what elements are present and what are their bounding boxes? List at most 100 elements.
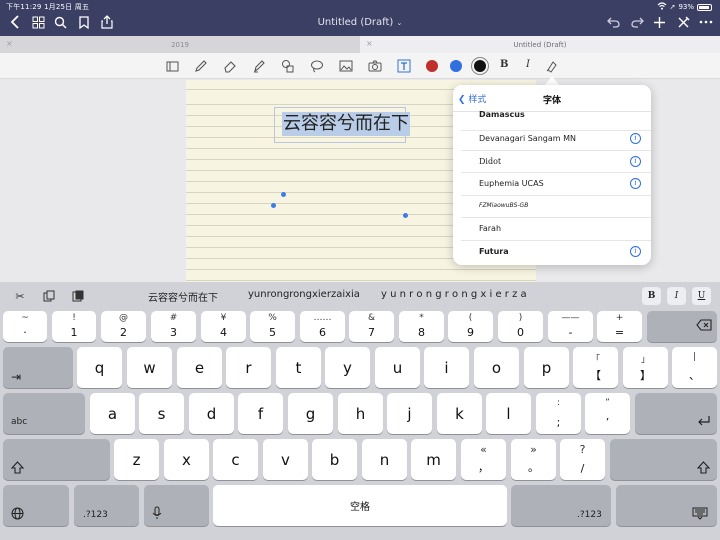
key-1-8[interactable]: * 8 xyxy=(399,311,444,342)
pen-tools-icon[interactable] xyxy=(675,14,691,30)
more-icon[interactable] xyxy=(698,14,714,30)
info-icon[interactable]: i xyxy=(630,133,641,144)
selected-text[interactable]: 云容容兮而在下 xyxy=(282,112,410,136)
copy-icon[interactable] xyxy=(39,288,59,304)
key-1-0[interactable]: ~ · xyxy=(3,311,47,342)
key-i[interactable]: i xyxy=(424,347,469,388)
key-o[interactable]: o xyxy=(474,347,519,388)
info-icon[interactable]: i xyxy=(630,178,641,189)
key-p[interactable]: p xyxy=(524,347,569,388)
info-icon[interactable]: i xyxy=(630,155,641,167)
key-a[interactable]: a xyxy=(90,393,135,434)
tab-key[interactable]: ⇥ xyxy=(3,347,73,388)
key-pipe[interactable]: |、 xyxy=(672,347,717,388)
color-swatch-black[interactable] xyxy=(474,60,486,72)
key-1-4[interactable]: ¥4 xyxy=(201,311,246,342)
key-left-bracket[interactable]: 「【 xyxy=(573,347,618,388)
key-semicolon[interactable]: :; xyxy=(536,393,581,434)
key-1-12[interactable]: + = xyxy=(597,311,642,342)
key-quote[interactable]: ”’ xyxy=(585,393,630,434)
numbers-key-right[interactable]: .?123 xyxy=(511,485,611,526)
key-z[interactable]: z xyxy=(114,439,159,480)
paste-icon[interactable] xyxy=(68,288,88,304)
font-row-farah[interactable]: Farah xyxy=(461,218,651,241)
key-h[interactable]: h xyxy=(338,393,383,434)
key-comma[interactable]: «， xyxy=(461,439,506,480)
key-1-11[interactable]: —— - xyxy=(548,311,593,342)
key-v[interactable]: v xyxy=(263,439,308,480)
selection-handle-start[interactable] xyxy=(281,192,286,197)
key-1-10[interactable]: ) 0 xyxy=(498,311,543,342)
space-key[interactable]: 空格 xyxy=(213,485,507,526)
color-swatch-blue[interactable] xyxy=(450,60,462,72)
key-1-1[interactable]: ! 1 xyxy=(52,311,96,342)
key-g[interactable]: g xyxy=(288,393,333,434)
key-s[interactable]: s xyxy=(139,393,184,434)
tab-2019[interactable]: × 2019 xyxy=(0,36,360,53)
undo-icon[interactable] xyxy=(605,14,621,30)
key-right-bracket[interactable]: 」】 xyxy=(623,347,668,388)
key-y[interactable]: y xyxy=(325,347,370,388)
font-row-devanagari[interactable]: Devanagari Sangam MN i xyxy=(461,128,651,151)
key-1-3[interactable]: #3 xyxy=(151,311,196,342)
key-l[interactable]: l xyxy=(486,393,531,434)
suggestion-2[interactable]: yunrongrongxierzaixia xyxy=(248,289,360,300)
key-q[interactable]: q xyxy=(77,347,122,388)
key-f[interactable]: f xyxy=(238,393,283,434)
key-c[interactable]: c xyxy=(213,439,258,480)
abc-key[interactable]: abc xyxy=(3,393,85,434)
close-icon[interactable]: × xyxy=(366,39,373,48)
format-italic-key[interactable]: I xyxy=(667,287,686,305)
key-b[interactable]: b xyxy=(312,439,357,480)
key-1-9[interactable]: (9 xyxy=(448,311,493,342)
pen-icon[interactable] xyxy=(193,58,209,74)
font-row-didot[interactable]: Didot i xyxy=(461,151,651,173)
dictation-key[interactable] xyxy=(144,485,209,526)
scissors-icon[interactable]: ✂ xyxy=(10,288,30,304)
key-j[interactable]: j xyxy=(387,393,432,434)
bold-button[interactable]: B xyxy=(500,59,508,70)
key-r[interactable]: r xyxy=(226,347,271,388)
key-1-5[interactable]: % 5 xyxy=(250,311,295,342)
numbers-key-left[interactable]: .?123 xyxy=(74,485,139,526)
globe-key[interactable] xyxy=(3,485,69,526)
key-n[interactable]: n xyxy=(362,439,407,480)
selection-handle-end[interactable] xyxy=(403,213,408,218)
format-underline-key[interactable]: U xyxy=(692,287,711,305)
font-style-icon[interactable] xyxy=(544,58,560,74)
close-icon[interactable]: × xyxy=(6,39,13,48)
shapes-icon[interactable] xyxy=(280,58,296,74)
format-bold-key[interactable]: B xyxy=(642,287,661,305)
eraser-icon[interactable] xyxy=(222,58,238,74)
selection-handle-left[interactable] xyxy=(271,203,276,208)
key-1-2[interactable]: @2 xyxy=(101,311,146,342)
hide-keyboard-key[interactable] xyxy=(616,485,717,526)
font-row-futura[interactable]: Futura i xyxy=(461,241,651,264)
key-d[interactable]: d xyxy=(189,393,234,434)
key-u[interactable]: u xyxy=(375,347,420,388)
key-t[interactable]: t xyxy=(276,347,321,388)
key-1-7[interactable]: & 7 xyxy=(349,311,394,342)
delete-key[interactable] xyxy=(647,311,717,342)
shift-key-left[interactable] xyxy=(3,439,110,480)
font-row-euphemia[interactable]: Euphemia UCAS i xyxy=(461,173,651,196)
info-icon[interactable]: i xyxy=(630,245,641,257)
add-icon[interactable] xyxy=(651,14,667,30)
lasso-icon[interactable] xyxy=(309,58,325,74)
key-x[interactable]: x xyxy=(164,439,209,480)
tab-untitled-draft[interactable]: × Untitled (Draft) xyxy=(360,36,720,53)
redo-icon[interactable] xyxy=(629,14,645,30)
key-m[interactable]: m xyxy=(411,439,456,480)
suggestion-1[interactable]: 云容容兮而在下 xyxy=(148,289,218,304)
highlighter-icon[interactable] xyxy=(251,58,267,74)
key-period[interactable]: »。 xyxy=(511,439,556,480)
return-key[interactable] xyxy=(635,393,717,434)
reader-icon[interactable] xyxy=(164,58,180,74)
suggestion-3[interactable]: y u n r o n g r o n g x i e r z a xyxy=(381,289,527,300)
italic-button[interactable]: I xyxy=(526,59,530,70)
font-row-fzmiaowu[interactable]: FZMiaowuBS-GB xyxy=(461,196,651,218)
key-k[interactable]: k xyxy=(437,393,482,434)
key-slash[interactable]: ? / xyxy=(560,439,605,480)
camera-icon[interactable] xyxy=(367,58,383,74)
key-w[interactable]: w xyxy=(127,347,172,388)
